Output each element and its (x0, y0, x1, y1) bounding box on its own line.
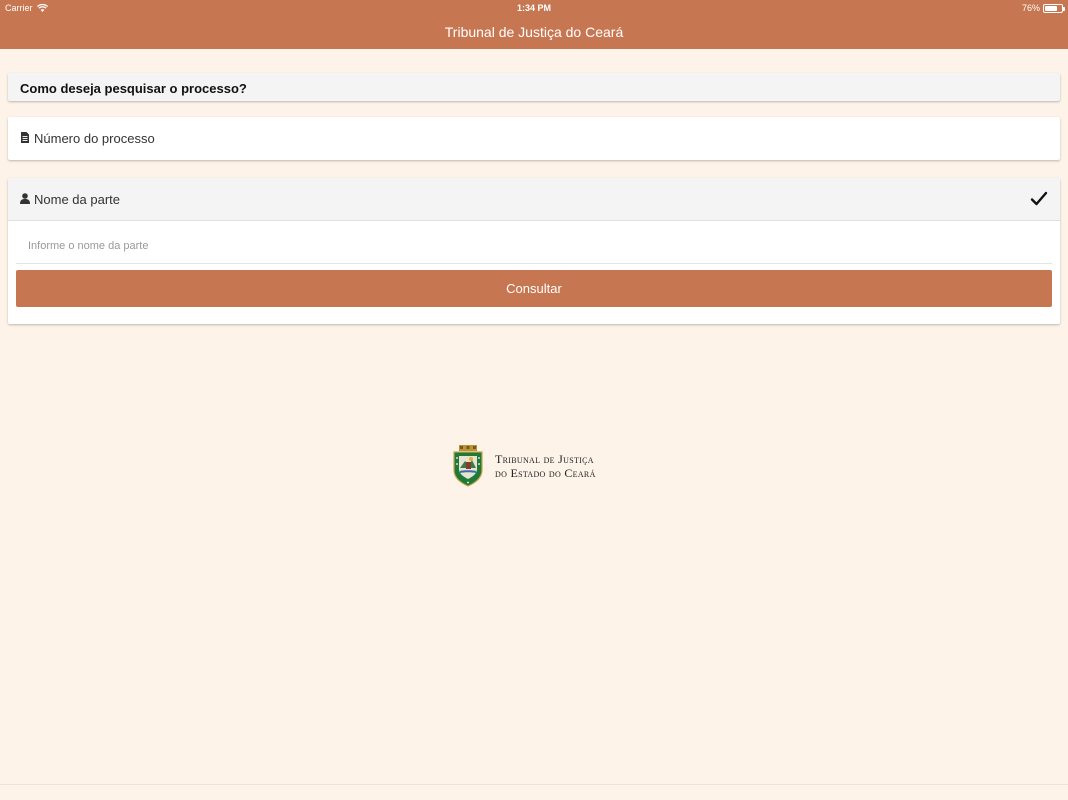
page-title: Tribunal de Justiça do Ceará (444, 24, 624, 40)
battery-fill (1045, 5, 1058, 11)
option-party-name-header[interactable]: Nome da parte (8, 178, 1060, 221)
status-bar: Carrier 1:34 PM 76% (0, 0, 1068, 16)
checkmark-icon (1030, 191, 1048, 206)
coat-of-arms-icon (453, 445, 483, 487)
logo-line-2: do Estado do Ceará (495, 465, 596, 480)
logo-text: Tribunal de Justiça do Estado do Ceará (495, 452, 596, 480)
option-process-number-label: Número do processo (34, 131, 155, 146)
option-party-name: Nome da parte Consultar (8, 178, 1060, 324)
document-icon (21, 132, 29, 143)
person-icon (20, 193, 30, 204)
status-battery: 76% (1021, 3, 1065, 13)
bottom-divider (0, 784, 1068, 785)
status-time: 1:34 PM (516, 3, 551, 13)
app-header: Carrier 1:34 PM 76% Tribunal de Justiça … (0, 0, 1068, 49)
logo-line-1: Tribunal de Justiça (495, 451, 594, 466)
battery-percent: 76% (1021, 3, 1040, 13)
option-party-name-label: Nome da parte (34, 192, 120, 207)
party-name-input[interactable] (16, 228, 1052, 264)
consult-button[interactable]: Consultar (16, 270, 1052, 307)
option-process-number[interactable]: Número do processo (8, 117, 1060, 160)
battery-icon (1043, 3, 1065, 13)
search-question: Como deseja pesquisar o processo? (8, 73, 1060, 101)
tjce-logo: Tribunal de Justiça do Estado do Ceará (451, 444, 596, 487)
